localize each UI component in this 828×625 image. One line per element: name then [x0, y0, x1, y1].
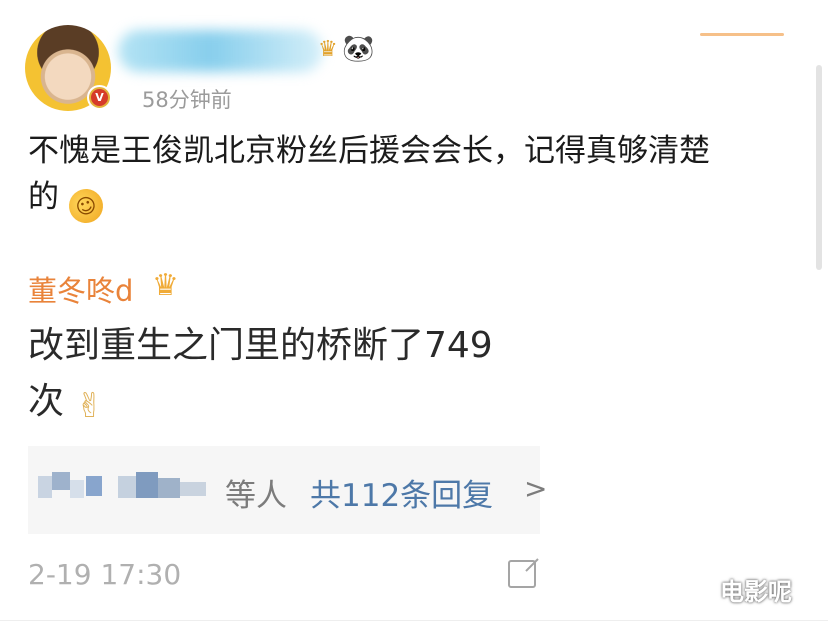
laughing-emoji-icon: ☺ — [64, 184, 108, 228]
blurred-avatar — [158, 478, 180, 498]
panda-badge-icon: 🐼 — [342, 34, 375, 64]
others-label: 等人 — [225, 478, 287, 514]
blurred-avatar — [38, 476, 52, 498]
blurred-avatar — [70, 480, 84, 498]
blurred-avatar — [86, 476, 102, 496]
verified-badge-icon: V — [87, 85, 112, 110]
watermark: 电影呢 — [720, 578, 792, 606]
view-replies-link[interactable]: 共112条回复 — [310, 470, 493, 515]
reply-text: 改到重生之门里的桥断了749 次 ✌ — [28, 318, 548, 434]
victory-hand-icon: ✌ — [75, 386, 104, 426]
reply-text-line2: 次 — [28, 381, 65, 422]
post-content-line2: 的 — [28, 179, 59, 215]
author-name-blurred[interactable] — [118, 30, 323, 72]
reply-username[interactable]: 董冬咚d — [28, 268, 133, 310]
blurred-avatar — [136, 472, 158, 498]
blurred-avatar — [180, 482, 206, 496]
post-time: 58分钟前 — [142, 88, 232, 112]
blurred-avatar — [52, 472, 70, 490]
crown-badge-icon: ♛ — [152, 268, 179, 303]
post-content: 不愧是王俊凯北京粉丝后援会会长，记得真够清楚 的 ☺ — [28, 128, 798, 228]
post-content-line1: 不愧是王俊凯北京粉丝后援会会长，记得真够清楚 — [28, 133, 710, 169]
share-icon[interactable] — [508, 560, 536, 588]
vip-level-icon: ♛ — [318, 37, 338, 62]
scrollbar[interactable] — [816, 65, 822, 270]
reply-text-line1: 改到重生之门里的桥断了749 — [28, 325, 493, 366]
chevron-right-icon[interactable]: > — [524, 472, 547, 505]
divider — [0, 620, 828, 621]
blurred-avatar — [118, 476, 138, 498]
comment-timestamp: 2-19 17:30 — [28, 558, 182, 591]
follow-indicator — [700, 33, 784, 36]
